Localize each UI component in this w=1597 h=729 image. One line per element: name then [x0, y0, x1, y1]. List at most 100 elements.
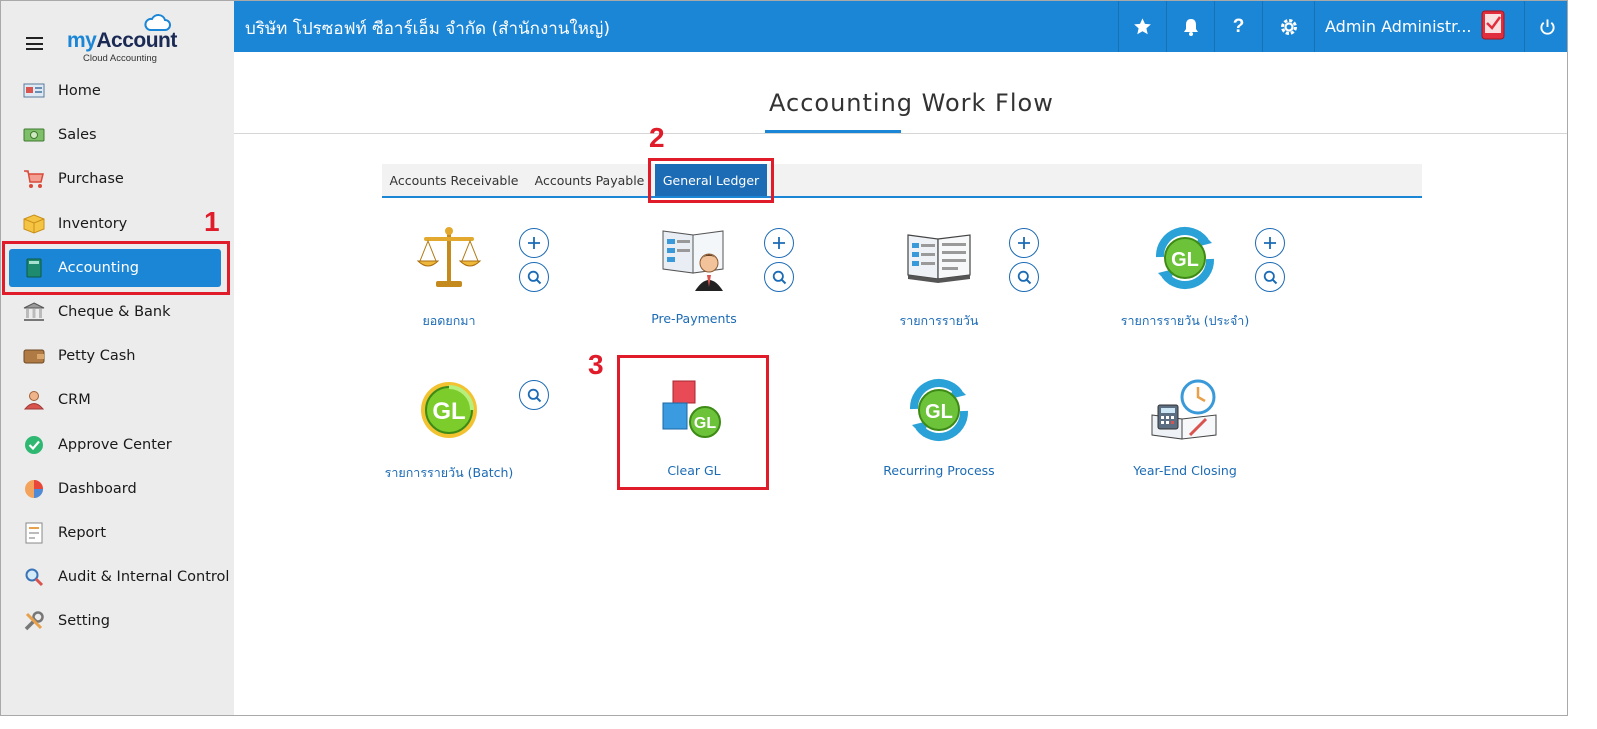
- tile-label[interactable]: Recurring Process: [864, 463, 1014, 478]
- check-icon: [23, 434, 45, 456]
- sidebar-item-label: Home: [58, 83, 101, 100]
- gl-process-icon[interactable]: GL: [904, 375, 974, 445]
- plus-icon: [1018, 237, 1030, 249]
- highlight-box-clear-gl: [617, 355, 769, 490]
- sidebar-item-approve-center[interactable]: Approve Center: [1, 423, 234, 467]
- plus-icon: [528, 237, 540, 249]
- sidebar-item-label: Petty Cash: [58, 348, 136, 365]
- page-title: Accounting Work Flow: [769, 89, 1054, 117]
- tab-accounts-payable[interactable]: Accounts Payable: [526, 164, 653, 196]
- sidebar-item-inventory[interactable]: Inventory: [1, 202, 234, 246]
- gl-recurring-icon[interactable]: GL: [1150, 223, 1220, 293]
- sidebar-item-setting[interactable]: Setting: [1, 599, 234, 643]
- magnifier-icon: [23, 566, 45, 588]
- step-marker-2: 2: [649, 122, 665, 153]
- sidebar-item-label: Dashboard: [58, 480, 137, 497]
- power-icon: [1539, 18, 1555, 35]
- sidebar-item-report[interactable]: Report: [1, 511, 234, 555]
- highlight-box-general-ledger: [648, 158, 774, 203]
- search-button[interactable]: [1255, 262, 1285, 292]
- add-button[interactable]: [1255, 228, 1285, 258]
- bell-icon: [1183, 18, 1198, 36]
- settings-button[interactable]: [1262, 1, 1314, 52]
- favorites-button[interactable]: [1118, 1, 1166, 52]
- search-icon: [1017, 270, 1031, 284]
- year-end-icon[interactable]: [1150, 375, 1220, 445]
- sidebar-item-purchase[interactable]: Purchase: [1, 157, 234, 201]
- app-window: myAccount Cloud Accounting Home Sales Pu…: [0, 0, 1568, 716]
- hamburger-menu-icon[interactable]: [26, 37, 43, 50]
- search-icon: [1263, 270, 1277, 284]
- search-button[interactable]: [519, 380, 549, 410]
- sidebar-item-label: Setting: [58, 613, 110, 630]
- company-name[interactable]: บริษัท โปรซอฟท์ ซีอาร์เอ็ม จำกัด (สำนักง…: [245, 15, 610, 42]
- sidebar-item-petty-cash[interactable]: Petty Cash: [1, 334, 234, 378]
- sidebar-item-label: Approve Center: [58, 436, 172, 453]
- money-icon: [23, 124, 45, 146]
- prepayment-icon[interactable]: [659, 223, 729, 293]
- sidebar-item-crm[interactable]: CRM: [1, 378, 234, 422]
- svg-text:GL: GL: [925, 401, 953, 423]
- person-icon: [23, 389, 45, 411]
- sidebar-item-sales[interactable]: Sales: [1, 113, 234, 157]
- logo-brand: myAccount: [67, 29, 177, 52]
- search-button[interactable]: [1009, 262, 1039, 292]
- sidebar-item-label: Report: [58, 524, 107, 541]
- home-icon: [23, 80, 45, 102]
- add-button[interactable]: [764, 228, 794, 258]
- sidebar-item-label: CRM: [58, 392, 91, 409]
- workflow-tabs: Accounts Receivable Accounts Payable Gen…: [382, 164, 1422, 198]
- tile-label[interactable]: ยอดยกมา: [374, 311, 524, 331]
- search-icon: [527, 388, 541, 402]
- sidebar-nav: Home Sales Purchase Inventory Accounting…: [1, 69, 234, 643]
- svg-text:GL: GL: [432, 398, 465, 425]
- search-button[interactable]: [764, 262, 794, 292]
- tab-accounts-receivable[interactable]: Accounts Receivable: [382, 164, 526, 196]
- plus-icon: [773, 237, 785, 249]
- logo-subtitle: Cloud Accounting: [83, 53, 157, 64]
- sidebar-item-label: Purchase: [58, 171, 124, 188]
- tile-label[interactable]: Pre-Payments: [619, 311, 769, 326]
- svg-text:GL: GL: [1171, 249, 1199, 271]
- help-icon: ?: [1232, 15, 1245, 37]
- tile-label[interactable]: รายการรายวัน (Batch): [374, 463, 524, 483]
- user-menu[interactable]: Admin Administr...: [1314, 1, 1524, 52]
- step-marker-3: 3: [588, 349, 604, 380]
- add-button[interactable]: [1009, 228, 1039, 258]
- tools-icon: [23, 610, 45, 632]
- sidebar: myAccount Cloud Accounting Home Sales Pu…: [1, 1, 234, 715]
- top-header: บริษัท โปรซอฟท์ ซีอาร์เอ็ม จำกัด (สำนักง…: [234, 1, 1567, 52]
- sidebar-item-audit[interactable]: Audit & Internal Control: [1, 555, 234, 599]
- wallet-icon: [23, 345, 45, 367]
- scales-icon[interactable]: [414, 223, 484, 293]
- sidebar-item-home[interactable]: Home: [1, 69, 234, 113]
- notifications-button[interactable]: [1166, 1, 1214, 52]
- pie-icon: [23, 478, 45, 500]
- help-button[interactable]: ?: [1214, 1, 1262, 52]
- sidebar-item-label: Audit & Internal Control: [58, 569, 230, 586]
- tile-label[interactable]: รายการรายวัน (ประจำ): [1110, 311, 1260, 331]
- highlight-box-accounting: [2, 241, 230, 295]
- search-icon: [772, 270, 786, 284]
- app-logo[interactable]: myAccount Cloud Accounting: [67, 13, 187, 65]
- box-icon: [23, 213, 45, 235]
- sidebar-item-label: Inventory: [58, 215, 128, 232]
- sidebar-item-label: Cheque & Bank: [58, 304, 171, 321]
- user-name: Admin Administr...: [1325, 17, 1472, 36]
- bank-icon: [23, 301, 45, 323]
- add-button[interactable]: [519, 228, 549, 258]
- sidebar-item-label: Sales: [58, 127, 97, 144]
- logout-button[interactable]: [1524, 1, 1567, 52]
- tile-label[interactable]: Year-End Closing: [1110, 463, 1260, 478]
- search-icon: [527, 270, 541, 284]
- sidebar-item-dashboard[interactable]: Dashboard: [1, 467, 234, 511]
- avatar-icon: [1475, 7, 1509, 43]
- gl-batch-icon[interactable]: GL: [414, 375, 484, 445]
- star-icon: [1134, 18, 1151, 35]
- tile-label[interactable]: รายการรายวัน: [864, 311, 1014, 331]
- journal-icon[interactable]: [904, 223, 974, 293]
- cart-icon: [23, 168, 45, 190]
- gear-icon: [1280, 18, 1297, 35]
- search-button[interactable]: [519, 262, 549, 292]
- sidebar-item-cheque-bank[interactable]: Cheque & Bank: [1, 290, 234, 334]
